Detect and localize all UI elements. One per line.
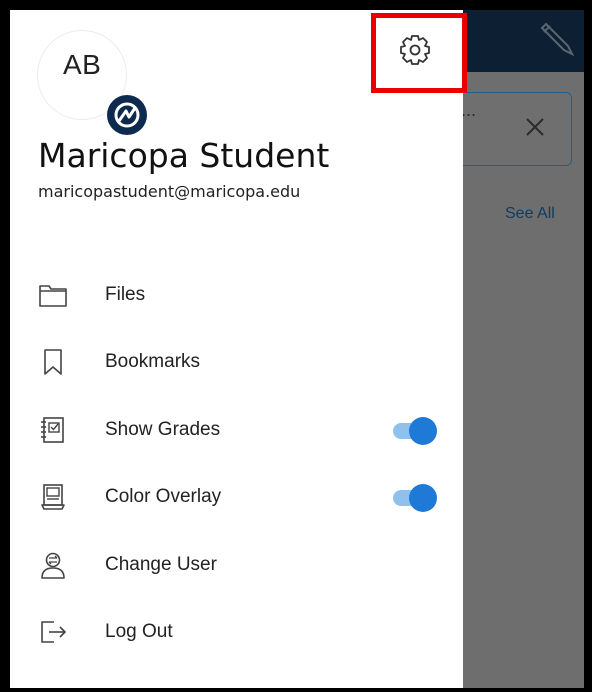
menu-item-color-overlay[interactable]: Color Overlay: [10, 472, 463, 522]
school-logo-icon: [107, 95, 147, 135]
logout-icon: [41, 621, 66, 643]
menu-item-label: Files: [105, 284, 146, 305]
menu-item-label: Change User: [105, 554, 217, 575]
navigation-drawer: AB Maricopa Student maricopastudent@mari…: [10, 10, 467, 688]
toggle-thumb: [409, 417, 437, 445]
show-grades-toggle[interactable]: [393, 417, 437, 445]
color-overlay-toggle[interactable]: [393, 484, 437, 512]
menu-item-label: Color Overlay: [105, 486, 222, 507]
bookmark-icon: [44, 349, 62, 375]
user-email: maricopastudent@maricopa.edu: [38, 182, 301, 201]
menu-item-log-out[interactable]: Log Out: [10, 607, 463, 657]
close-icon[interactable]: [523, 115, 547, 139]
user-name: Maricopa Student: [38, 136, 330, 175]
menu-item-bookmarks[interactable]: Bookmarks: [10, 337, 463, 387]
folder-icon: [39, 285, 67, 307]
menu-item-change-user[interactable]: Change User: [10, 540, 463, 590]
menu-item-label: Bookmarks: [105, 351, 201, 372]
edit-pencil-icon[interactable]: [538, 18, 578, 58]
menu-item-show-grades[interactable]: Show Grades: [10, 405, 463, 455]
menu-item-label: Log Out: [105, 621, 173, 642]
menu-item-label: Show Grades: [105, 419, 221, 440]
settings-highlight: [371, 13, 467, 93]
gradebook-icon: [41, 417, 64, 443]
avatar: AB: [37, 30, 147, 135]
see-all-link[interactable]: See All: [505, 205, 555, 223]
menu-item-files[interactable]: Files: [10, 270, 463, 320]
change-user-icon: [41, 552, 65, 579]
color-overlay-icon: [41, 484, 65, 510]
app-frame: ... See All AB Maricopa Student maricopa…: [10, 10, 584, 688]
toggle-thumb: [409, 484, 437, 512]
avatar-initials: AB: [63, 49, 102, 80]
card-ellipsis: ...: [461, 100, 477, 120]
